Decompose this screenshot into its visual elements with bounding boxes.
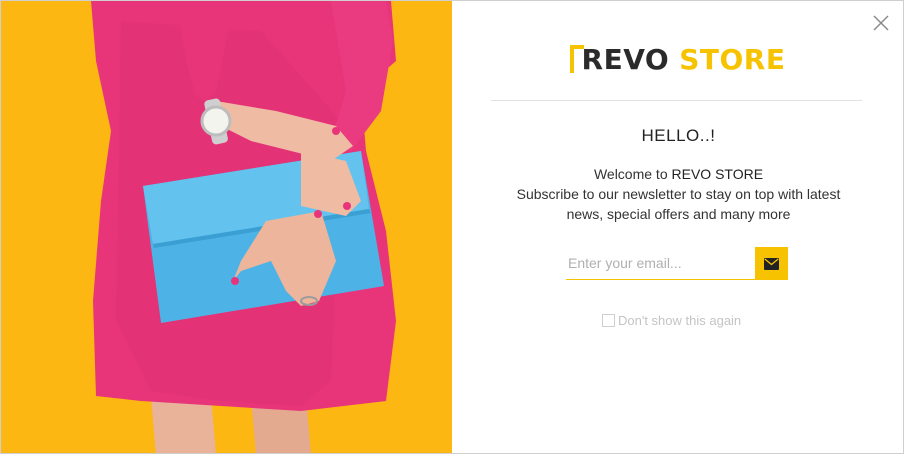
welcome-message: Welcome to REVO STORE Subscribe to our n… bbox=[452, 164, 903, 224]
revo-store-logo: REVO STORE bbox=[452, 39, 903, 79]
subscribe-form bbox=[566, 247, 788, 280]
promo-illustration bbox=[1, 1, 452, 453]
divider bbox=[491, 100, 862, 101]
dont-show-label: Don't show this again bbox=[618, 313, 742, 328]
welcome-prefix: Welcome to bbox=[593, 166, 672, 182]
dont-show-checkbox[interactable] bbox=[602, 314, 615, 327]
envelope-icon bbox=[764, 257, 779, 270]
logo-text-revo: REVO bbox=[581, 42, 670, 76]
close-button[interactable] bbox=[871, 13, 891, 33]
email-input[interactable] bbox=[566, 247, 755, 280]
subscribe-button[interactable] bbox=[755, 247, 788, 280]
welcome-brand: REVO STORE bbox=[671, 166, 764, 182]
welcome-line-1: Welcome to REVO STORE bbox=[452, 164, 903, 184]
close-icon bbox=[873, 15, 889, 31]
logo-text-store: STORE bbox=[679, 42, 786, 76]
welcome-line-3: news, special offers and many more bbox=[566, 206, 791, 222]
logo-bracket-icon bbox=[569, 44, 584, 73]
dont-show-again[interactable]: Don't show this again bbox=[602, 313, 741, 328]
newsletter-popup: REVO STORE HELLO..! Welcome to REVO STOR… bbox=[0, 0, 904, 454]
popup-heading: HELLO..! bbox=[641, 126, 716, 145]
promo-image bbox=[1, 1, 452, 453]
popup-content: REVO STORE HELLO..! Welcome to REVO STOR… bbox=[452, 1, 903, 453]
welcome-line-2: Subscribe to our newsletter to stay on t… bbox=[516, 186, 841, 202]
